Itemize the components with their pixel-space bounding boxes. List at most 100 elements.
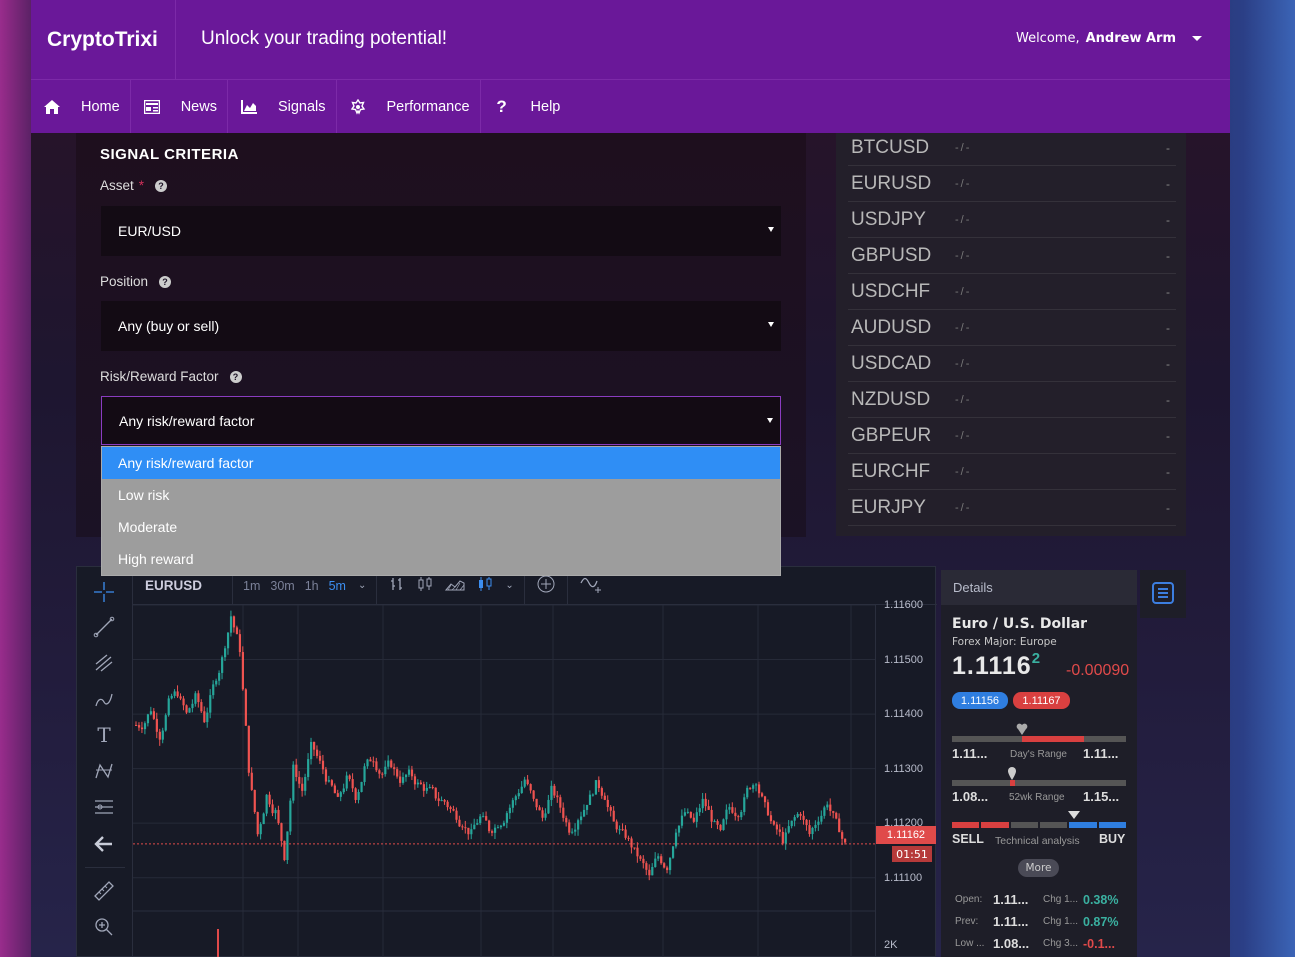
- welcome-text: Welcome,: [1015, 31, 1080, 46]
- risk-option[interactable]: Low risk: [102, 479, 780, 511]
- risk-option[interactable]: Moderate: [102, 511, 780, 543]
- text-tool-icon[interactable]: T: [91, 722, 117, 748]
- candle-body: [523, 779, 526, 787]
- candle-body: [455, 810, 458, 820]
- asset-select[interactable]: EUR/USD: [101, 206, 781, 256]
- candle-body: [200, 702, 203, 712]
- more-button[interactable]: More: [1018, 859, 1059, 877]
- stat-change-pct: 0.87%: [1083, 914, 1119, 929]
- arrow-left-icon[interactable]: [91, 831, 117, 857]
- brand-logo[interactable]: CryptoTrixi: [31, 0, 176, 79]
- help-circle-icon[interactable]: ?: [229, 370, 242, 383]
- ticker-row[interactable]: EURJPY -/- -: [848, 490, 1176, 526]
- crosshair-icon[interactable]: [91, 579, 117, 605]
- add-indicator-icon[interactable]: [537, 575, 555, 596]
- ticker-row[interactable]: NZDUSD -/- -: [848, 382, 1176, 418]
- candle-body: [437, 798, 440, 801]
- list-icon[interactable]: [1152, 582, 1174, 604]
- nav-help[interactable]: ? Help: [481, 80, 571, 133]
- risk-option[interactable]: Any risk/reward factor: [102, 447, 780, 479]
- risk-label-text: Risk/Reward Factor: [100, 369, 219, 384]
- stat-label: Low ...: [955, 938, 985, 949]
- nav-performance[interactable]: Performance: [337, 80, 481, 133]
- candle-body: [238, 634, 242, 653]
- ticker-row[interactable]: GBPEUR -/- -: [848, 418, 1176, 454]
- nav-news[interactable]: News: [131, 80, 228, 133]
- candle-body: [725, 809, 728, 820]
- ticker-row[interactable]: AUDUSD -/- -: [848, 310, 1176, 346]
- gauge-segment: [981, 822, 1009, 828]
- ticker-row[interactable]: EURUSD -/- -: [848, 166, 1176, 202]
- brush-icon[interactable]: [91, 686, 117, 712]
- risk-select[interactable]: Any risk/reward factor: [101, 396, 781, 445]
- candle-body: [280, 823, 283, 841]
- chevron-down-icon[interactable]: ⌄: [358, 580, 366, 591]
- ticker-row[interactable]: EURCHF -/- -: [848, 454, 1176, 490]
- last-price-pip: 2: [1031, 650, 1042, 667]
- candle-body: [232, 616, 236, 628]
- ruler-icon[interactable]: [91, 878, 117, 904]
- candle-body: [434, 787, 437, 799]
- candle-body: [624, 829, 627, 838]
- candle-body: [499, 825, 503, 828]
- candle-body: [167, 698, 170, 716]
- help-circle-icon[interactable]: ?: [155, 179, 168, 192]
- fib-icon[interactable]: [91, 794, 117, 820]
- timeframe-5m[interactable]: 5m: [329, 579, 346, 593]
- risk-option[interactable]: High reward: [102, 543, 780, 575]
- candle-body: [137, 725, 141, 728]
- candle-body: [832, 811, 835, 813]
- candle-body: [541, 810, 544, 818]
- position-select[interactable]: Any (buy or sell): [101, 301, 781, 351]
- candle-body: [835, 812, 838, 819]
- candle-body: [680, 815, 684, 826]
- question-icon: ?: [496, 96, 507, 116]
- compare-icon[interactable]: [580, 575, 604, 596]
- gauge-pointer-icon: [1068, 811, 1080, 819]
- candles-plot[interactable]: [133, 604, 875, 957]
- ticker-row[interactable]: USDCHF -/- -: [848, 274, 1176, 310]
- candle-body: [559, 797, 562, 808]
- user-menu[interactable]: Welcome, Andrew Arm: [1016, 31, 1202, 46]
- candle-body: [140, 727, 144, 730]
- heikin-ashi-icon[interactable]: [477, 576, 493, 595]
- candle-body: [728, 807, 731, 810]
- candle-body: [657, 856, 660, 859]
- nav-home[interactable]: Home: [31, 80, 131, 133]
- candle-body: [354, 788, 357, 800]
- trend-line-icon[interactable]: [91, 614, 117, 640]
- position-label: Position ?: [100, 274, 172, 289]
- timeframe-1h[interactable]: 1h: [305, 579, 319, 593]
- ticker-change: -: [1166, 356, 1170, 371]
- candle-chart-icon[interactable]: [417, 576, 433, 595]
- ticker-row[interactable]: USDJPY -/- -: [848, 202, 1176, 238]
- candle-body: [304, 777, 307, 791]
- ticker-row[interactable]: USDCAD -/- -: [848, 346, 1176, 382]
- candle-body: [805, 819, 808, 826]
- nav-signals[interactable]: Signals: [228, 80, 337, 133]
- area-chart-icon[interactable]: [445, 577, 465, 594]
- candle-body: [808, 825, 811, 835]
- candle-body: [760, 793, 764, 797]
- candle-body: [627, 837, 630, 839]
- ticker-row[interactable]: GBPUSD -/- -: [848, 238, 1176, 274]
- ticker-symbol: GBPUSD: [851, 244, 932, 266]
- gauge-segment: [1069, 822, 1097, 828]
- candle-body: [224, 648, 227, 658]
- candle-body: [820, 815, 823, 822]
- candle-body: [315, 749, 319, 756]
- pattern-icon[interactable]: [91, 758, 117, 784]
- instrument-name: Euro / U.S. Dollar: [952, 616, 1088, 632]
- side-toolbar: [1140, 570, 1186, 618]
- pitchfork-icon[interactable]: [91, 650, 117, 676]
- ticker-row[interactable]: BTCUSD -/- -: [848, 130, 1176, 166]
- bar-chart-icon[interactable]: [389, 576, 405, 595]
- chevron-down-icon[interactable]: ⌄: [505, 580, 513, 591]
- zoom-in-icon[interactable]: [91, 914, 117, 940]
- candle-body: [651, 866, 654, 876]
- timeframe-30m[interactable]: 30m: [270, 579, 294, 593]
- timeframe-1m[interactable]: 1m: [243, 579, 260, 593]
- help-circle-icon[interactable]: ?: [159, 275, 172, 288]
- candle-body: [722, 819, 725, 830]
- candle-body: [526, 779, 529, 785]
